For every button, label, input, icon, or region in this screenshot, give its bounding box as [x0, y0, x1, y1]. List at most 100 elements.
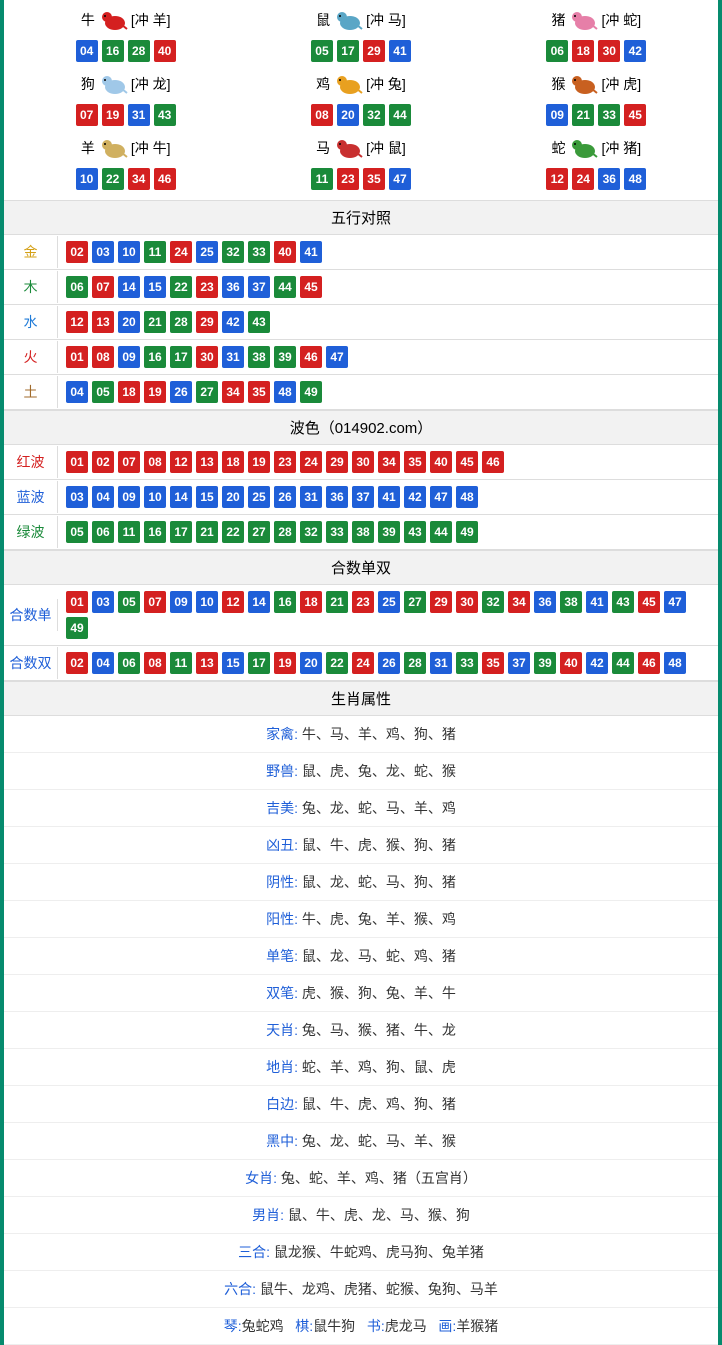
attr-val: 鼠龙猴、牛蛇鸡、虎马狗、兔羊猪	[274, 1244, 484, 1260]
number-ball: 14	[118, 276, 140, 298]
row-label: 合数单	[4, 599, 58, 631]
number-ball: 28	[404, 652, 426, 674]
number-ball: 15	[222, 652, 244, 674]
number-ball: 07	[76, 104, 98, 126]
number-ball: 16	[102, 40, 124, 62]
number-ball: 12	[170, 451, 192, 473]
number-ball: 35	[363, 168, 385, 190]
attr-val: 兔、龙、蛇、马、羊、猴	[302, 1133, 456, 1149]
data-row: 木 06071415222336374445	[4, 270, 718, 305]
row-label: 红波	[4, 446, 58, 478]
attr-label: 白边:	[266, 1096, 302, 1112]
zodiac-head: 鼠 [冲 马]	[243, 4, 478, 36]
zodiac-cell: 鸡 [冲 兔] 08203244	[243, 68, 478, 126]
number-ball: 03	[92, 241, 114, 263]
number-ball: 10	[76, 168, 98, 190]
footer-val: 兔蛇鸡	[242, 1318, 284, 1334]
attr-label: 天肖:	[266, 1022, 302, 1038]
number-ball: 11	[144, 241, 166, 263]
attr-val: 鼠、龙、马、蛇、鸡、猪	[302, 948, 456, 964]
zodiac-name: 鸡	[316, 74, 330, 94]
row-content: 1213202128294243	[58, 305, 718, 339]
number-ball: 42	[404, 486, 426, 508]
attr-val: 鼠、牛、虎、鸡、狗、猪	[302, 1096, 456, 1112]
zodiac-name: 牛	[81, 10, 95, 30]
zodiac-head: 狗 [冲 龙]	[8, 68, 243, 100]
zodiac-head: 羊 [冲 牛]	[8, 132, 243, 164]
attr-row: 白边: 鼠、牛、虎、鸡、狗、猪	[4, 1086, 718, 1123]
zodiac-animal-icon	[97, 135, 129, 161]
number-ball: 28	[170, 311, 192, 333]
row-content: 05061116172122272832333839434449	[58, 515, 718, 549]
number-ball: 03	[92, 591, 114, 613]
attr-val: 兔、龙、蛇、马、羊、鸡	[302, 800, 456, 816]
number-ball: 08	[144, 652, 166, 674]
number-ball: 45	[638, 591, 660, 613]
zodiac-cell: 蛇 [冲 猪] 12243648	[479, 132, 714, 190]
number-ball: 29	[196, 311, 218, 333]
number-ball: 36	[222, 276, 244, 298]
number-ball: 20	[222, 486, 244, 508]
row-content: 02031011242532334041	[58, 235, 718, 269]
zodiac-head: 牛 [冲 羊]	[8, 4, 243, 36]
number-ball: 19	[102, 104, 124, 126]
number-ball: 30	[456, 591, 478, 613]
number-ball: 48	[456, 486, 478, 508]
number-ball: 18	[572, 40, 594, 62]
number-ball: 39	[534, 652, 556, 674]
number-ball: 43	[404, 521, 426, 543]
zodiac-name: 猴	[551, 74, 565, 94]
data-row: 蓝波 03040910141520252631363741424748	[4, 480, 718, 515]
zodiac-name: 羊	[81, 138, 95, 158]
number-ball: 35	[404, 451, 426, 473]
zodiac-nums: 11233547	[243, 168, 478, 190]
number-ball: 42	[586, 652, 608, 674]
number-ball: 26	[378, 652, 400, 674]
number-ball: 22	[170, 276, 192, 298]
footer-label: 画:	[438, 1318, 456, 1334]
number-ball: 46	[154, 168, 176, 190]
attr-label: 地肖:	[266, 1059, 302, 1075]
number-ball: 27	[404, 591, 426, 613]
row-label: 金	[4, 236, 58, 268]
attr-val: 牛、虎、兔、羊、猴、鸡	[302, 911, 456, 927]
zodiac-clash: [冲 牛]	[131, 138, 171, 158]
number-ball: 04	[92, 486, 114, 508]
zodiac-head: 鸡 [冲 兔]	[243, 68, 478, 100]
number-ball: 17	[170, 346, 192, 368]
number-ball: 04	[76, 40, 98, 62]
zodiac-clash: [冲 龙]	[131, 74, 171, 94]
number-ball: 18	[222, 451, 244, 473]
section-header-heshu: 合数单双	[4, 550, 718, 585]
number-ball: 16	[144, 346, 166, 368]
number-ball: 42	[624, 40, 646, 62]
zodiac-head: 猴 [冲 虎]	[479, 68, 714, 100]
number-ball: 16	[274, 591, 296, 613]
number-ball: 21	[196, 521, 218, 543]
zodiac-clash: [冲 蛇]	[601, 10, 641, 30]
number-ball: 08	[144, 451, 166, 473]
number-ball: 38	[352, 521, 374, 543]
number-ball: 23	[274, 451, 296, 473]
attr-label: 单笔:	[266, 948, 302, 964]
data-row: 合数双 020406081113151719202224262831333537…	[4, 646, 718, 681]
number-ball: 43	[248, 311, 270, 333]
zodiac-name: 马	[316, 138, 330, 158]
number-ball: 03	[66, 486, 88, 508]
attr-row: 男肖: 鼠、牛、虎、龙、马、猴、狗	[4, 1197, 718, 1234]
section-header-bose: 波色（014902.com）	[4, 410, 718, 445]
number-ball: 07	[118, 451, 140, 473]
zodiac-clash: [冲 猪]	[601, 138, 641, 158]
number-ball: 17	[170, 521, 192, 543]
number-ball: 29	[363, 40, 385, 62]
number-ball: 05	[66, 521, 88, 543]
row-content: 06071415222336374445	[58, 270, 718, 304]
zodiac-nums: 12243648	[479, 168, 714, 190]
number-ball: 08	[311, 104, 333, 126]
number-ball: 10	[118, 241, 140, 263]
number-ball: 15	[196, 486, 218, 508]
number-ball: 02	[66, 652, 88, 674]
number-ball: 45	[300, 276, 322, 298]
zodiac-animal-icon	[97, 71, 129, 97]
number-ball: 43	[154, 104, 176, 126]
